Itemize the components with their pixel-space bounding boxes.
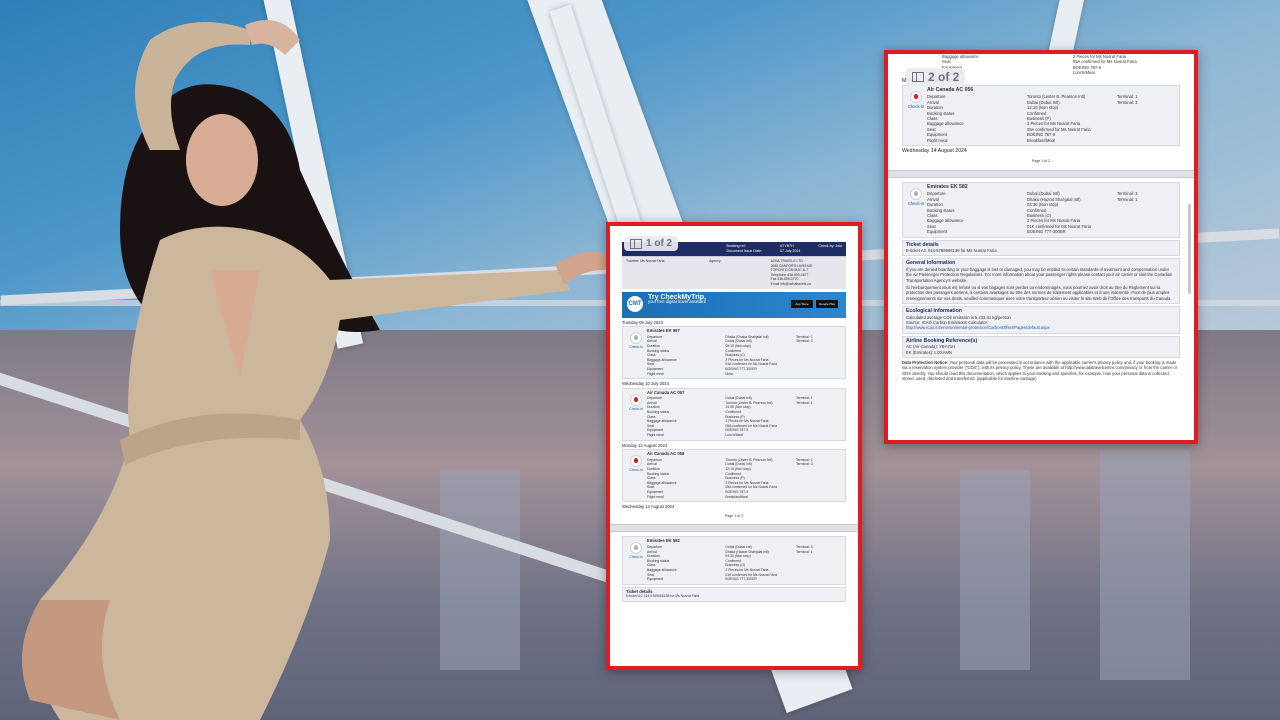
traveler-agency-block: Traveler: Ms Nusrat Faria Agency: AZHA T…: [622, 256, 846, 289]
flight-segment: Check-in Air Canada AC 056 Departure Toro…: [902, 85, 1180, 147]
fax-label: Fax: [770, 277, 777, 282]
checkin-value: Jaia: [835, 244, 842, 248]
scrollbar[interactable]: [1188, 204, 1191, 294]
ecological-information-section: Ecological Information Calculated averag…: [902, 306, 1180, 334]
google-play-badge[interactable]: Google Play: [816, 299, 838, 308]
flight-name: Emirates EK 997: [647, 328, 680, 334]
airline-ref-line-2: EK (Emirates): LOXAMN: [906, 349, 953, 355]
app-store-badge[interactable]: App Store: [791, 299, 813, 308]
segment-date: Monday 12 August 2024: [622, 442, 668, 448]
page-footer: Page 1 of 2: [1031, 158, 1051, 163]
flight-details: Departure Dubai (Dubai Intl) Terminal: 3 A…: [927, 191, 1138, 235]
check-in-link[interactable]: Check-in: [905, 104, 927, 109]
segment-date: Wednesday 10 July 2024: [622, 381, 669, 387]
email-value: info@azhatravels.ca: [780, 281, 811, 286]
air-canada-logo-icon: [630, 393, 642, 406]
agency-label: Agency:: [709, 259, 722, 263]
ticket-line: E-ticket AC 014-5769608138 for Ms Nusrat…: [906, 247, 997, 253]
flight-name: Air Canada AC 056: [647, 451, 685, 457]
flight-name: Air Canada AC 057: [647, 389, 685, 395]
telephone-value: 416-699-0677: [787, 272, 809, 277]
air-canada-logo-icon: [910, 91, 922, 104]
flight-details: Departure Toronto (Lester B. Pearson Intl…: [647, 457, 813, 499]
page-indicator-text: 2 of 2: [928, 70, 960, 84]
segment-date: Wednesday 14 August 2024: [902, 148, 967, 155]
emirates-logo-icon: [910, 187, 922, 200]
page-footer: Page 1 of 2: [724, 513, 744, 518]
page-divider: [888, 169, 1194, 178]
ticket-line: E-ticket AC 014-5769608138 for Ms Nusrat…: [626, 594, 700, 599]
itinerary-page-2-panel: 2 of 2 Baggage allowance 2 Pieces for Ms …: [884, 50, 1198, 444]
flight-name: Emirates EK 582: [927, 183, 968, 190]
woman-figure: [22, 20, 610, 720]
ticket-details-section: Ticket details E-ticket AC 014-576960813…: [902, 239, 1180, 257]
flight-details: Departure Toronto (Lester B. Pearson Intl…: [927, 94, 1138, 143]
emirates-logo-icon: [630, 542, 642, 555]
flight-details: Departure Dubai (Dubai Intl) Terminal: 3 A…: [647, 544, 813, 582]
air-canada-logo-icon: [630, 455, 642, 468]
airline-booking-reference-section: Airline Booking Reference(s) AC (Air Can…: [902, 335, 1180, 359]
building: [1100, 450, 1190, 680]
sidebar-toggle-icon: [630, 238, 642, 249]
flight-segment: Check-in Emirates EK 582 Departure Dubai …: [622, 536, 846, 585]
general-paragraph-fr: Si l'embarquement vous est refusé ou si …: [906, 285, 1172, 301]
flight-segment: Check-in Air Canada AC 057 Departure Duba…: [622, 387, 846, 441]
data-protection-notice: Data Protection Notice: Your personal da…: [902, 360, 1180, 382]
flight-details: Departure Dubai (Dubai Intl) Terminal: 1 A…: [647, 396, 813, 438]
issue-date-label: Document Issue Date:: [726, 248, 763, 253]
email-label: Email: [770, 281, 780, 286]
sidebar-toggle-icon: [912, 72, 924, 82]
segment-date: Tuesday 09 July 2024: [622, 319, 663, 325]
flight-segment: Check-in Emirates EK 582 Departure Dubai …: [902, 181, 1180, 238]
page-indicator: 2 of 2: [906, 68, 966, 86]
flight-name: Emirates EK 582: [647, 538, 680, 544]
page-indicator: 1 of 2: [624, 236, 679, 251]
traveler-label: Traveler:: [626, 259, 640, 263]
checkmytrip-logo: CMT: [627, 295, 643, 312]
general-information-section: General Information If you are denied bo…: [902, 258, 1180, 305]
check-in-link[interactable]: Check-in: [625, 468, 647, 473]
itinerary-document: Baggage allowance 2 Pieces for Ms Nusrat …: [888, 54, 1194, 382]
itinerary-page-1-panel: 1 of 2 Booking ref: Document Issue Date:…: [606, 222, 862, 670]
check-in-link[interactable]: Check-in: [905, 201, 927, 206]
flight-segment: Check-in Emirates EK 997 Departure Dhaka …: [622, 326, 846, 380]
check-in-link[interactable]: Check-in: [625, 345, 647, 350]
checkmytrip-banner[interactable]: CMT Try CheckMyTrip, your free digital t…: [622, 291, 846, 318]
flight-segment: Check-in Air Canada AC 056 Departure Toro…: [622, 449, 846, 503]
check-in-link[interactable]: Check-in: [625, 407, 647, 412]
check-in-link[interactable]: Check-in: [625, 555, 647, 560]
icao-link[interactable]: http://www.icao.int/environmental-protec…: [906, 325, 1050, 330]
data-protection-label: Data Protection Notice:: [902, 360, 949, 366]
emirates-logo-icon: [630, 332, 642, 345]
issue-date-value: 07 July 2024: [780, 248, 801, 253]
general-paragraph-en: If you are denied boarding or your bagga…: [906, 266, 1173, 283]
checkin-label: Check by:: [818, 244, 835, 248]
itinerary-document: Booking ref: Document Issue Date: ATYB7H…: [610, 242, 858, 604]
traveler-name: Ms Nusrat Faria: [640, 259, 665, 263]
fax-value: 416-699-0770: [777, 277, 799, 282]
page-divider: [610, 524, 858, 533]
flight-name: Air Canada AC 056: [927, 87, 974, 94]
flight-details: Departure Dhaka (Dhaka Shahjalal Intl) Ter…: [647, 334, 813, 376]
building: [960, 470, 1030, 670]
ticket-details-section: Ticket details E-ticket AC 014-576960813…: [622, 586, 846, 602]
page-indicator-text: 1 of 2: [646, 238, 673, 249]
segment-date: Wednesday 14 August 2024: [622, 504, 675, 510]
telephone-label: Telephone: [770, 272, 787, 277]
